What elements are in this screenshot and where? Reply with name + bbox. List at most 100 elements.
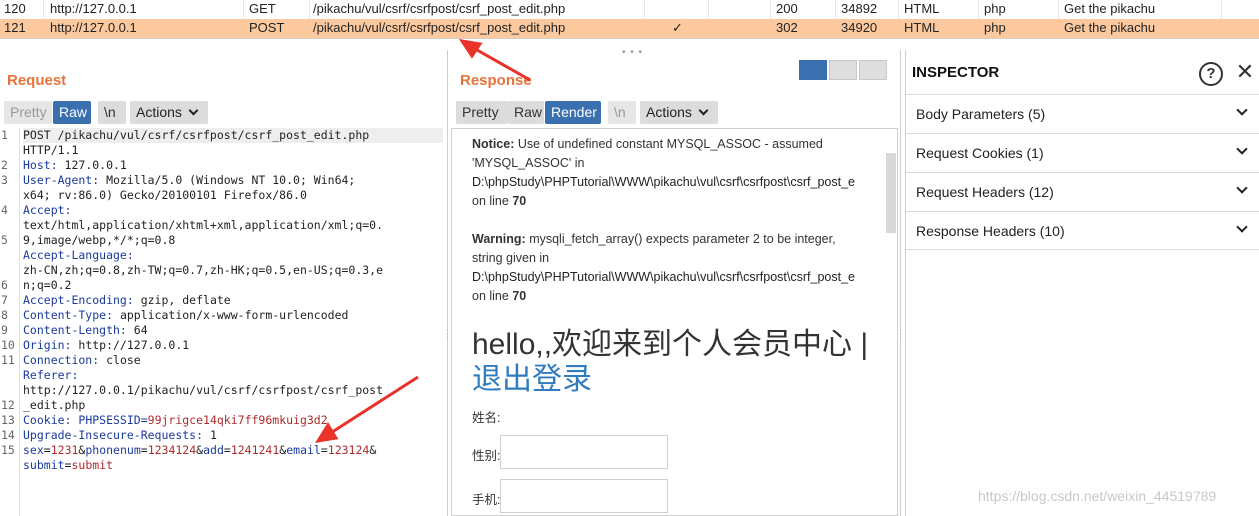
history-length: 34920 bbox=[841, 20, 878, 35]
body-param-name: add bbox=[203, 443, 224, 457]
history-title: Get the pikachu bbox=[1064, 20, 1156, 35]
line-number bbox=[0, 458, 19, 473]
request-newline-button[interactable]: \n bbox=[98, 101, 126, 124]
line-number: 14 bbox=[1, 428, 15, 442]
history-method: GET bbox=[249, 1, 276, 16]
pane-divider[interactable] bbox=[447, 50, 448, 516]
col-divider bbox=[1221, 0, 1222, 19]
request-title: Request bbox=[7, 72, 67, 89]
drag-handle-icon[interactable]: · · · bbox=[446, 326, 449, 342]
phone-label: 手机: bbox=[472, 493, 501, 507]
response-pretty-button[interactable]: Pretty bbox=[456, 101, 508, 124]
close-icon[interactable]: ✕ bbox=[1233, 60, 1257, 84]
section-label: Request Cookies (1) bbox=[916, 145, 1044, 161]
request-line: submit=submit bbox=[23, 458, 114, 472]
chevron-down-icon bbox=[1236, 182, 1248, 194]
request-line: http://127.0.0.1/pikachu/vul/csrf/csrfpo… bbox=[23, 383, 384, 397]
line-number: 12 bbox=[1, 398, 15, 412]
body-param-value: 123124 bbox=[327, 443, 370, 457]
body-param-name: submit bbox=[23, 458, 65, 472]
inspector-section-request-headers[interactable]: Request Headers (12) bbox=[906, 172, 1259, 211]
response-render-button[interactable]: Render bbox=[545, 101, 601, 124]
http-history-table: 120 http://127.0.0.1 GET /pikachu/vul/cs… bbox=[0, 0, 1259, 38]
line-number bbox=[0, 263, 19, 278]
response-newline-button[interactable]: \n bbox=[608, 101, 636, 124]
welcome-text: hello,,欢迎来到个人会员中心 | bbox=[472, 328, 869, 361]
inspector-section-cookies[interactable]: Request Cookies (1) bbox=[906, 133, 1259, 172]
col-divider bbox=[309, 0, 310, 19]
col-divider bbox=[978, 0, 979, 19]
request-line: Upgrade-Insecure-Requests: 1 bbox=[23, 428, 217, 442]
logout-link[interactable]: 退出登录 bbox=[472, 363, 592, 396]
history-status: 200 bbox=[776, 1, 798, 16]
history-row-121-selected[interactable]: 121 http://127.0.0.1 POST /pikachu/vul/c… bbox=[0, 19, 1259, 38]
render-scrollbar[interactable] bbox=[886, 153, 896, 233]
line-number: 70 bbox=[512, 194, 527, 208]
chevron-down-icon bbox=[1236, 143, 1248, 155]
request-actions-button[interactable]: Actions bbox=[130, 101, 208, 124]
history-num: 120 bbox=[4, 1, 26, 16]
history-divider bbox=[0, 38, 1259, 39]
request-line: x64; rv:86.0) Gecko/20100101 Firefox/86.… bbox=[23, 188, 307, 202]
history-ext: php bbox=[984, 20, 1006, 35]
warning-text-2: string given in bbox=[472, 251, 550, 265]
line-number: 7 bbox=[1, 293, 8, 307]
watermark: https://blog.csdn.net/weixin_44519789 bbox=[978, 488, 1217, 504]
request-raw-button[interactable]: Raw bbox=[53, 101, 91, 124]
response-raw-button[interactable]: Raw bbox=[508, 101, 544, 124]
history-mime: HTML bbox=[904, 20, 940, 35]
request-raw-text[interactable]: POST /pikachu/vul/csrf/csrfpost/csrf_pos… bbox=[23, 128, 443, 473]
line-number bbox=[0, 368, 19, 383]
warning-path: D:\phpStudy\PHPTutorial\WWW\pikachu\vul\… bbox=[472, 270, 855, 284]
actions-label: Actions bbox=[646, 104, 692, 120]
body-param-name: phonenum bbox=[85, 443, 141, 457]
request-line: Accept-Language: bbox=[23, 248, 134, 262]
line-number bbox=[0, 143, 19, 158]
line-number: 11 bbox=[1, 353, 15, 367]
layout-tabs-icon[interactable] bbox=[859, 60, 887, 80]
line-number: 5 bbox=[1, 233, 8, 247]
line-number: 10 bbox=[1, 338, 15, 352]
sex-input[interactable] bbox=[500, 435, 668, 469]
split-grip-icon[interactable]: • • • bbox=[622, 47, 643, 58]
request-line: Accept-Encoding: gzip, deflate bbox=[23, 293, 231, 307]
body-param-name: email bbox=[286, 443, 321, 457]
line-number: 4 bbox=[1, 203, 8, 217]
section-label: Body Parameters (5) bbox=[916, 106, 1046, 122]
col-divider bbox=[835, 0, 836, 19]
request-line: Host: 127.0.0.1 bbox=[23, 158, 127, 172]
warning-label: Warning: bbox=[472, 232, 526, 246]
request-line: User-Agent: Mozilla/5.0 (Windows NT 10.0… bbox=[23, 173, 356, 187]
request-line: _edit.php bbox=[23, 398, 86, 412]
notice-text: Use of undefined constant MYSQL_ASSOC - … bbox=[517, 137, 823, 151]
request-pretty-button[interactable]: Pretty bbox=[4, 101, 52, 124]
notice-path: D:\phpStudy\PHPTutorial\WWW\pikachu\vul\… bbox=[472, 175, 855, 189]
body-param-name: sex bbox=[23, 443, 44, 457]
layout-stacked-icon[interactable] bbox=[829, 60, 857, 80]
drag-handle-icon[interactable]: · · · bbox=[899, 326, 902, 342]
request-editor[interactable]: 1 2 3 4 5 6 7 8 9 10 11 12 13 14 15 POST /pikachu/vul/… bbox=[0, 128, 445, 516]
history-row-120[interactable]: 120 http://127.0.0.1 GET /pikachu/vul/cs… bbox=[0, 0, 1259, 19]
col-divider bbox=[644, 0, 645, 19]
inspector-section-body-params[interactable]: Body Parameters (5) bbox=[906, 94, 1259, 133]
warning-text: mysqli_fetch_array() expects parameter 2… bbox=[529, 232, 836, 246]
history-title: Get the pikachu bbox=[1064, 1, 1156, 16]
help-icon[interactable]: ? bbox=[1199, 62, 1223, 86]
request-line: POST /pikachu/vul/csrf/csrfpost/csrf_pos… bbox=[23, 128, 443, 143]
phone-input[interactable] bbox=[500, 479, 668, 513]
request-line: Connection: close bbox=[23, 353, 141, 367]
history-host: http://127.0.0.1 bbox=[50, 1, 137, 16]
pane-divider[interactable] bbox=[900, 50, 901, 516]
request-line: Content-Length: 64 bbox=[23, 323, 148, 337]
col-divider bbox=[243, 0, 244, 19]
response-actions-button[interactable]: Actions bbox=[640, 101, 718, 124]
history-url: /pikachu/vul/csrf/csrfpost/csrf_post_edi… bbox=[313, 1, 566, 16]
welcome-heading: hello,,欢迎来到个人会员中心 | 退出登录 bbox=[472, 327, 872, 397]
line-number: 15 bbox=[1, 443, 15, 457]
chevron-down-icon bbox=[1236, 221, 1248, 233]
line-number: 8 bbox=[1, 308, 8, 322]
layout-side-by-side-icon[interactable] bbox=[799, 60, 827, 80]
request-line: HTTP/1.1 bbox=[23, 143, 79, 157]
inspector-section-response-headers[interactable]: Response Headers (10) bbox=[906, 211, 1259, 250]
line-number bbox=[0, 248, 19, 263]
